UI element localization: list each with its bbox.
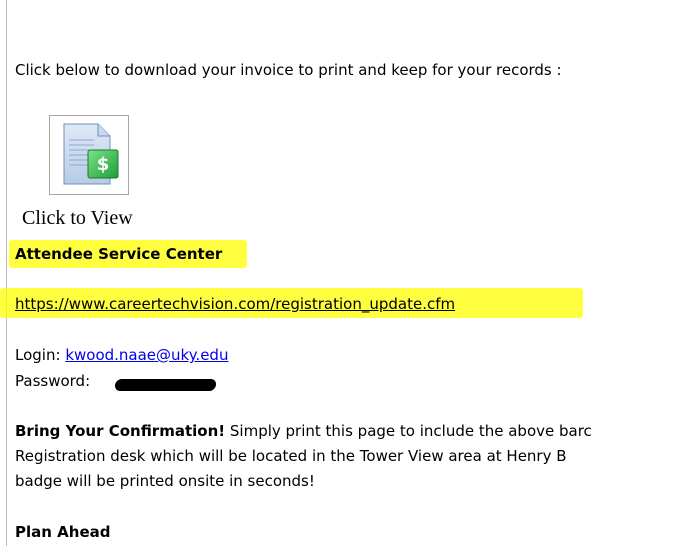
- confirmation-heading: Bring Your Confirmation!: [15, 422, 226, 440]
- registration-update-link[interactable]: https://www.careertechvision.com/registr…: [15, 295, 455, 313]
- confirmation-line-3: badge will be printed onsite in seconds!: [15, 472, 315, 490]
- registration-url-line: https://www.careertechvision.com/registr…: [15, 294, 455, 314]
- download-instruction: Click below to download your invoice to …: [15, 61, 562, 79]
- invoice-dollar-icon: $: [63, 123, 119, 185]
- login-line: Login: kwood.naae@uky.edu: [15, 345, 228, 365]
- password-label: Password:: [15, 372, 91, 390]
- svg-text:$: $: [97, 154, 110, 175]
- invoice-thumbnail[interactable]: $: [49, 115, 129, 195]
- confirmation-line-2: Registration desk which will be located …: [15, 447, 567, 465]
- plan-ahead-heading: Plan Ahead: [15, 523, 111, 541]
- password-redaction: [114, 379, 217, 391]
- confirmation-line-1: Bring Your Confirmation! Simply print th…: [15, 421, 592, 441]
- password-line: Password:: [15, 371, 90, 391]
- attendee-service-center-heading: Attendee Service Center: [15, 245, 223, 263]
- confirmation-text-1: Simply print this page to include the ab…: [229, 422, 592, 440]
- login-label: Login:: [15, 346, 61, 364]
- login-email-link[interactable]: kwood.naae@uky.edu: [65, 346, 228, 364]
- left-border-line: [6, 0, 7, 546]
- click-to-view-label[interactable]: Click to View: [22, 205, 133, 231]
